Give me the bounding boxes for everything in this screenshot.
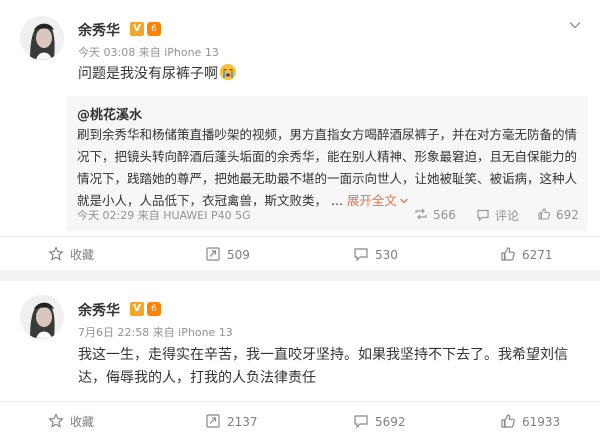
avatar[interactable] <box>20 295 64 339</box>
retweet-comment-label: 评论 <box>495 209 520 223</box>
crying-emoji-icon <box>220 64 236 80</box>
post-meta: 7月6日 22:58 来自 iPhone 13 <box>78 326 233 339</box>
repost-count: 2137 <box>227 415 258 429</box>
avatar[interactable] <box>20 16 64 60</box>
retweet-repost-count: 566 <box>433 208 456 222</box>
level-badge-icon: 6 <box>147 22 161 36</box>
comment-button[interactable]: 530 <box>353 246 398 262</box>
favorite-button[interactable]: 收藏 <box>48 413 94 430</box>
divider <box>0 236 600 237</box>
author-name[interactable]: 余秀华 <box>78 300 120 320</box>
repost-button[interactable]: 509 <box>205 246 250 262</box>
post-text: 我这一生，走得实在辛苦，我一直咬牙坚持。如果我坚持不下去了。我希望刘信达，侮辱我… <box>78 347 568 386</box>
comment-icon <box>354 248 368 262</box>
thumbs-up-icon <box>501 414 515 428</box>
repost-icon <box>415 208 427 220</box>
weibo-post-1: 余秀华 V 6 今天 03:08 来自 iPhone 13 问题是我没有尿裤子啊… <box>0 0 600 270</box>
post-text-body: 问题是我没有尿裤子啊 <box>78 66 218 82</box>
level-badge-icon: 6 <box>147 302 161 316</box>
star-icon <box>48 413 64 428</box>
repost-icon <box>206 414 220 428</box>
retweet-repost-button[interactable]: 566 <box>414 207 456 222</box>
retweet-comment-button[interactable]: 评论 <box>476 207 519 224</box>
star-icon <box>48 246 64 261</box>
favorite-label: 收藏 <box>70 248 95 262</box>
weibo-post-2: 余秀华 V 6 7月6日 22:58 来自 iPhone 13 我这一生，走得实… <box>0 281 600 441</box>
retweet-ellipsis: ... <box>331 193 343 208</box>
avatar-photo-icon <box>20 295 64 339</box>
like-count: 61933 <box>522 415 561 429</box>
comment-count: 5692 <box>375 415 406 429</box>
favorite-label: 收藏 <box>70 415 95 429</box>
retweet-like-button[interactable]: 692 <box>537 207 579 222</box>
verified-badge-icon: V <box>130 22 144 36</box>
thumbs-up-icon <box>538 208 551 220</box>
comment-count: 530 <box>375 248 398 262</box>
retweet-text-body: 刷到余秀华和杨储策直播吵架的视频，男方直指女方喝醉酒尿裤子，并在对方毫无防备的情… <box>77 127 578 208</box>
retweet-author[interactable]: @桃花溪水 <box>77 104 142 123</box>
like-count: 6271 <box>522 248 553 262</box>
expand-full-text-label: 展开全文 <box>346 193 397 208</box>
comment-icon <box>477 209 489 222</box>
favorite-button[interactable]: 收藏 <box>48 246 94 263</box>
retweet-like-count: 692 <box>556 208 579 222</box>
like-button[interactable]: 6271 <box>500 246 553 262</box>
expand-full-text-link[interactable]: 展开全文 <box>347 193 409 208</box>
retweet-meta: 今天 02:29 来自 HUAWEI P40 5G <box>77 209 251 222</box>
repost-button[interactable]: 2137 <box>205 413 258 429</box>
verified-badge-icon: V <box>130 302 144 316</box>
like-button[interactable]: 61933 <box>500 413 560 429</box>
divider <box>0 401 600 402</box>
post-meta: 今天 03:08 来自 iPhone 13 <box>78 46 219 59</box>
thumbs-up-icon <box>501 247 515 261</box>
comment-icon <box>354 415 368 429</box>
comment-button[interactable]: 5692 <box>353 413 406 429</box>
author-name[interactable]: 余秀华 <box>78 20 120 40</box>
retweet-box[interactable]: @桃花溪水 刷到余秀华和杨储策直播吵架的视频，男方直指女方喝醉酒尿裤子，并在对方… <box>67 96 587 231</box>
avatar-photo-icon <box>20 16 64 60</box>
chevron-down-icon <box>399 198 408 204</box>
repost-icon <box>206 247 220 261</box>
retweet-text: 刷到余秀华和杨储策直播吵架的视频，男方直指女方喝醉酒尿裤子，并在对方毫无防备的情… <box>77 124 582 212</box>
post-text: 问题是我没有尿裤子啊 <box>78 63 583 86</box>
chevron-down-icon[interactable] <box>568 18 582 32</box>
repost-count: 509 <box>227 248 250 262</box>
